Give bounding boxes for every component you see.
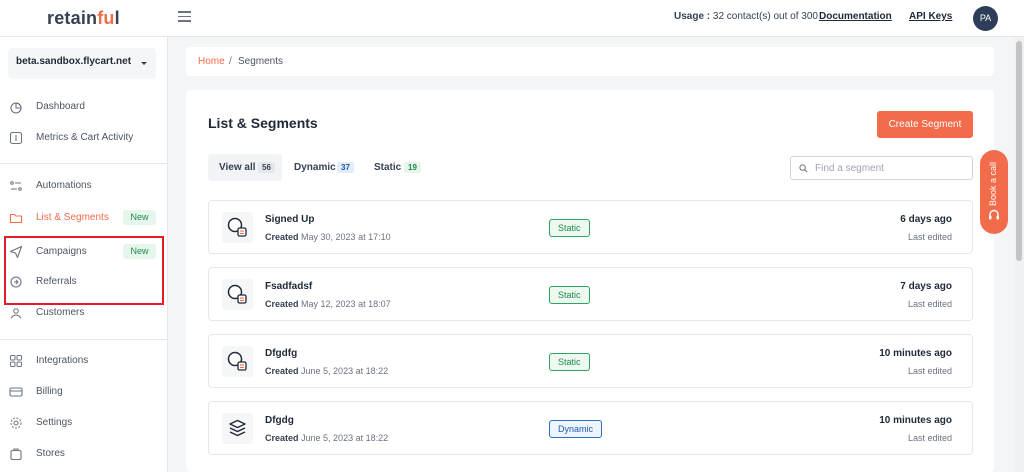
sidebar-divider bbox=[0, 163, 167, 164]
segment-edited-time: 10 minutes ago bbox=[879, 415, 952, 426]
hamburger-menu-icon[interactable] bbox=[178, 11, 191, 22]
last-edited-label: Last edited bbox=[907, 299, 952, 309]
billing-icon bbox=[9, 387, 23, 397]
retainful-logo[interactable]: retainful bbox=[47, 8, 120, 29]
static-segment-icon bbox=[222, 346, 253, 377]
sidebar-divider bbox=[0, 339, 167, 340]
settings-icon bbox=[10, 417, 22, 429]
segment-edited-time: 7 days ago bbox=[900, 281, 952, 292]
documentation-link[interactable]: Documentation bbox=[819, 11, 892, 22]
sidebar-item-dashboard[interactable]: Dashboard bbox=[0, 95, 168, 121]
breadcrumb-home[interactable]: Home bbox=[198, 56, 225, 67]
sidebar: beta.sandbox.flycart.net Dashboard Metri… bbox=[0, 37, 168, 472]
breadcrumb-separator: / bbox=[229, 56, 232, 67]
automations-icon bbox=[10, 181, 22, 191]
highlight-box bbox=[4, 236, 164, 305]
segments-panel: List & Segments Create Segment View all … bbox=[186, 90, 994, 472]
tab-static[interactable]: Static 19 bbox=[366, 154, 426, 181]
last-edited-label: Last edited bbox=[907, 366, 952, 376]
sidebar-item-billing[interactable]: Billing bbox=[0, 380, 168, 406]
page-scrollbar[interactable] bbox=[1014, 37, 1024, 472]
breadcrumb-current: Segments bbox=[238, 56, 284, 67]
dashboard-icon bbox=[10, 102, 22, 114]
folder-icon bbox=[9, 213, 23, 224]
top-bar: retainful Usage : 32 contact(s) out of 3… bbox=[0, 0, 1024, 37]
segment-type-badge: Static bbox=[549, 286, 590, 304]
segment-row[interactable]: Signed Up Created May 30, 2023 at 17:10 … bbox=[208, 200, 973, 254]
segment-row[interactable]: Dfgdg Created June 5, 2023 at 18:22 Dyna… bbox=[208, 401, 973, 455]
headset-icon bbox=[989, 209, 999, 220]
book-a-call-label: Book a call bbox=[988, 161, 998, 206]
metrics-icon bbox=[9, 131, 23, 145]
last-edited-label: Last edited bbox=[907, 232, 952, 242]
segment-created: Created June 5, 2023 at 18:22 bbox=[265, 433, 389, 443]
stores-icon bbox=[10, 448, 22, 461]
sidebar-item-settings[interactable]: Settings bbox=[0, 411, 168, 437]
tab-view-all[interactable]: View all 56 bbox=[208, 154, 282, 181]
tab-count: 19 bbox=[404, 162, 421, 173]
sidebar-item-integrations[interactable]: Integrations bbox=[0, 349, 168, 375]
segment-edited-time: 10 minutes ago bbox=[879, 348, 952, 359]
segment-created: Created June 5, 2023 at 18:22 bbox=[265, 366, 389, 376]
sidebar-item-metrics[interactable]: Metrics & Cart Activity bbox=[0, 126, 168, 152]
segment-type-badge: Static bbox=[549, 353, 590, 371]
segment-name[interactable]: Signed Up bbox=[265, 214, 314, 225]
sidebar-item-stores[interactable]: Stores bbox=[0, 442, 168, 468]
segment-row[interactable]: Dfgdfg Created June 5, 2023 at 18:22 Sta… bbox=[208, 334, 973, 388]
segment-type-badge: Static bbox=[549, 219, 590, 237]
static-segment-icon bbox=[222, 212, 253, 243]
segment-created: Created May 12, 2023 at 18:07 bbox=[265, 299, 391, 309]
sidebar-item-automations[interactable]: Automations bbox=[0, 174, 168, 200]
segment-created: Created May 30, 2023 at 17:10 bbox=[265, 232, 391, 242]
new-badge: New bbox=[123, 210, 156, 225]
segment-name[interactable]: Fsadfadsf bbox=[265, 281, 312, 292]
scrollbar-thumb[interactable] bbox=[1016, 41, 1022, 261]
tab-count: 37 bbox=[337, 162, 354, 173]
integrations-icon bbox=[10, 355, 22, 367]
segment-row[interactable]: Fsadfadsf Created May 12, 2023 at 18:07 … bbox=[208, 267, 973, 321]
breadcrumb: Home / Segments bbox=[186, 47, 994, 76]
store-name: beta.sandbox.flycart.net bbox=[16, 56, 132, 67]
search-input[interactable] bbox=[815, 160, 965, 176]
sidebar-item-list-segments[interactable]: List & Segments New bbox=[0, 206, 168, 232]
segment-name[interactable]: Dfgdg bbox=[265, 415, 294, 426]
caret-down-icon bbox=[141, 62, 147, 65]
api-keys-link[interactable]: API Keys bbox=[909, 11, 952, 22]
search-box bbox=[790, 156, 973, 180]
usage-indicator: Usage : 32 contact(s) out of 300 bbox=[674, 11, 818, 22]
last-edited-label: Last edited bbox=[907, 433, 952, 443]
static-segment-icon bbox=[222, 279, 253, 310]
tab-count: 56 bbox=[258, 162, 275, 173]
segment-edited-time: 6 days ago bbox=[900, 214, 952, 225]
search-icon bbox=[799, 164, 808, 173]
tab-dynamic[interactable]: Dynamic 37 bbox=[286, 154, 356, 181]
create-segment-button[interactable]: Create Segment bbox=[877, 111, 973, 138]
customers-icon bbox=[10, 308, 22, 319]
store-selector[interactable]: beta.sandbox.flycart.net bbox=[8, 48, 156, 79]
page-title: List & Segments bbox=[208, 115, 318, 131]
book-a-call-button[interactable]: Book a call bbox=[980, 150, 1008, 234]
segment-type-badge: Dynamic bbox=[549, 420, 603, 438]
segment-name[interactable]: Dfgdfg bbox=[265, 348, 297, 359]
dynamic-segment-icon bbox=[222, 413, 253, 444]
user-avatar[interactable]: PA bbox=[973, 6, 998, 31]
